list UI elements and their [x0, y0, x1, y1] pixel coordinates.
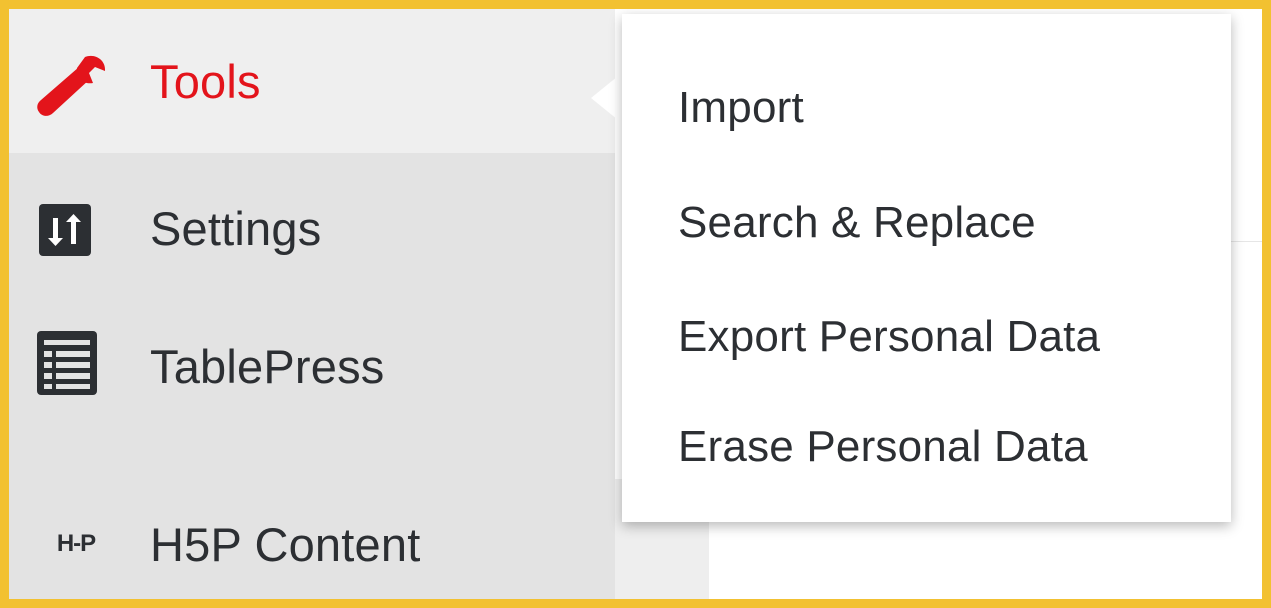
- sidebar-item-tools[interactable]: Tools: [9, 9, 615, 153]
- sidebar-item-label: TablePress: [150, 340, 385, 393]
- h5p-logo-icon: H-P: [56, 530, 96, 557]
- submenu-item-import[interactable]: Import: [678, 83, 804, 133]
- admin-sidebar: Tools Settings TablePress H-P H5P Conten…: [9, 9, 615, 599]
- flyout-pointer: [591, 72, 623, 124]
- settings-sliders-icon: [39, 204, 91, 256]
- submenu-item-search-replace[interactable]: Search & Replace: [678, 198, 1036, 248]
- screenshot-frame: Tools Settings TablePress H-P H5P Conten…: [0, 0, 1271, 608]
- submenu-item-export-personal-data[interactable]: Export Personal Data: [678, 312, 1100, 362]
- sidebar-item-label: H5P Content: [150, 518, 421, 571]
- sidebar-item-tablepress[interactable]: TablePress: [9, 291, 615, 441]
- submenu-item-erase-personal-data[interactable]: Erase Personal Data: [678, 422, 1088, 472]
- sidebar-item-label: Tools: [150, 55, 261, 108]
- sidebar-item-settings[interactable]: Settings: [9, 153, 615, 291]
- sidebar-item-label: Settings: [150, 202, 322, 255]
- sidebar-item-h5p-content[interactable]: H-P H5P Content: [9, 479, 615, 599]
- wrench-icon: [35, 51, 109, 119]
- table-list-icon: [37, 331, 97, 395]
- content-divider: [1224, 241, 1262, 242]
- tools-submenu: Import Search & Replace Export Personal …: [622, 14, 1231, 522]
